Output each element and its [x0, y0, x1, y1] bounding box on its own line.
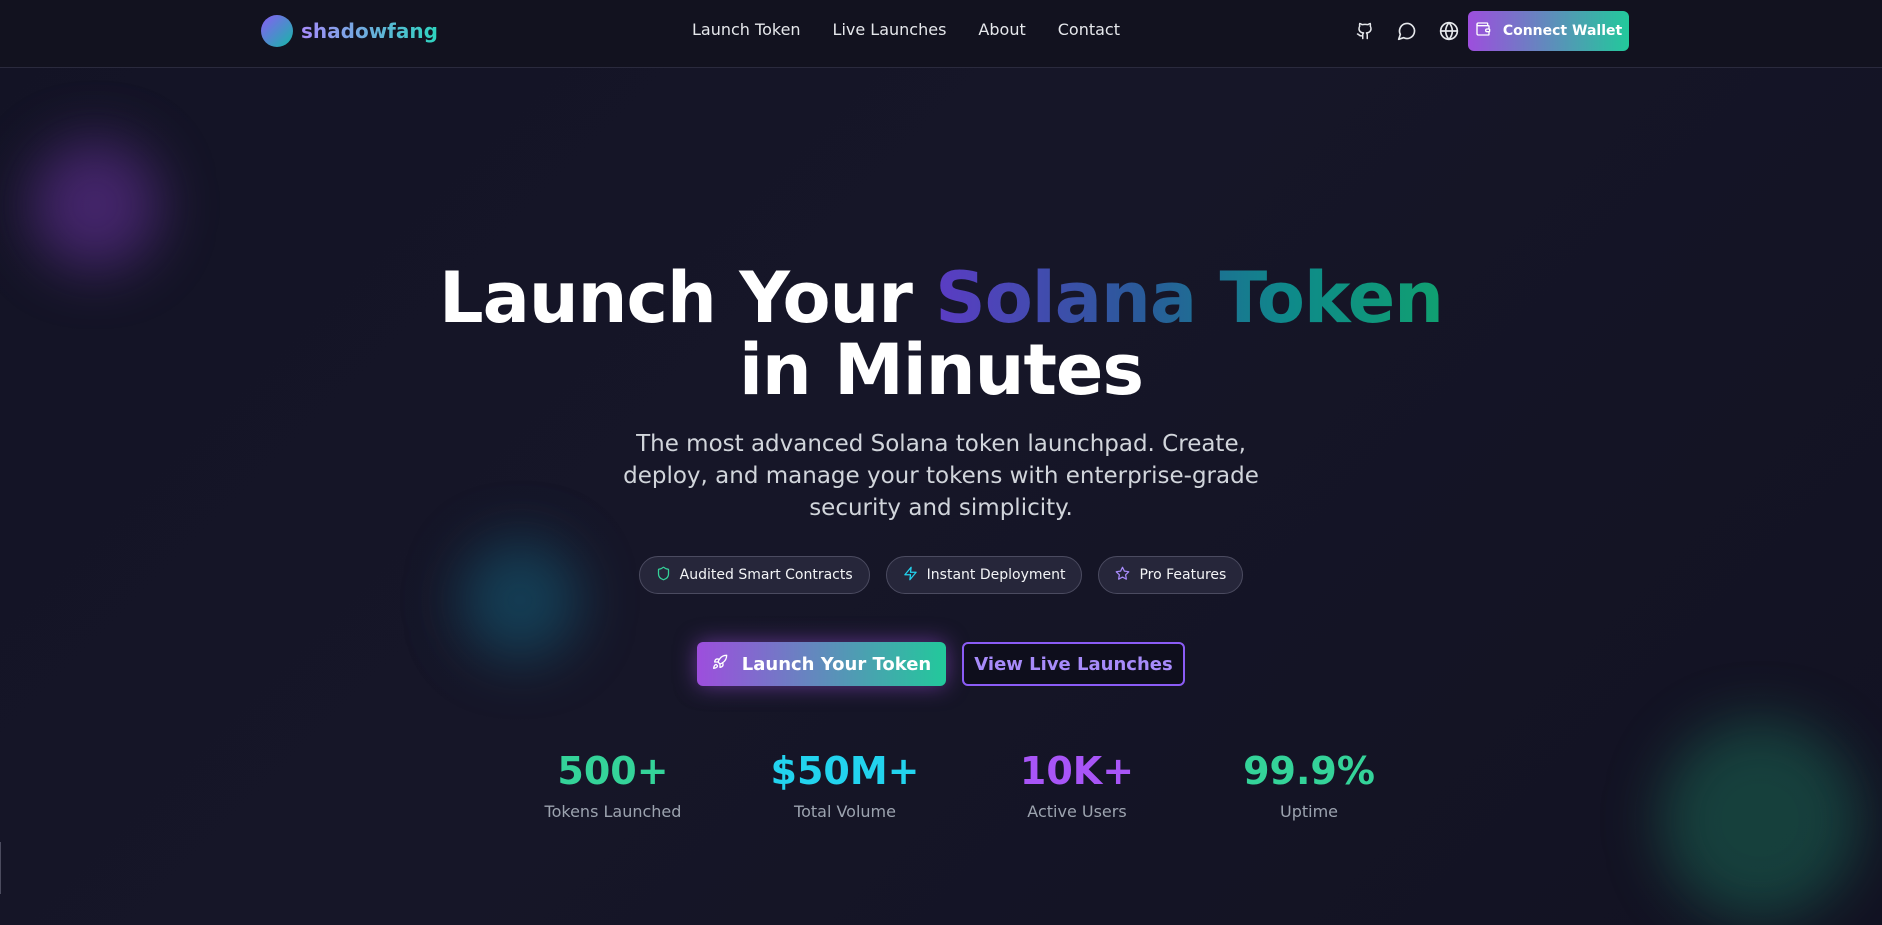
stats-row: 500+ Tokens Launched $50M+ Total Volume … [497, 748, 1425, 821]
nav-link-contact[interactable]: Contact [1058, 20, 1120, 39]
chat-icon[interactable] [1396, 20, 1418, 42]
stat-value: 10K+ [1019, 749, 1135, 793]
nav-link-about[interactable]: About [978, 20, 1025, 39]
launch-token-label: Launch Your Token [741, 653, 932, 675]
stat-tokens-launched: 500+ Tokens Launched [497, 748, 729, 821]
feature-pill-instant: Instant Deployment [885, 556, 1083, 594]
page: shadowfang Launch Token Live Launches Ab… [0, 0, 1882, 925]
stat-uptime: 99.9% Uptime [1193, 748, 1425, 821]
wallet-icon [1475, 21, 1491, 41]
rocket-icon [712, 654, 728, 675]
stat-label: Tokens Launched [544, 802, 682, 821]
hero-subtitle: The most advanced Solana token launchpad… [623, 431, 1259, 521]
nav-icon-group [1354, 20, 1460, 42]
feature-pill-label: Pro Features [1139, 567, 1227, 583]
background-orb-purple [30, 140, 160, 270]
hero-title-plain: Launch Your [439, 257, 936, 339]
logo-mark-icon [261, 15, 293, 47]
cta-row: Launch Your Token View Live Launches [0, 642, 1882, 686]
stat-value: 500+ [557, 749, 669, 793]
stat-value: $50M+ [770, 749, 920, 793]
hero-title-gradient: Solana Token [935, 257, 1444, 339]
brand-name: shadowfang [301, 19, 438, 43]
background-orb-green [1660, 720, 1860, 920]
hero-title: Launch Your Solana Token in Minutes [0, 262, 1882, 406]
stat-value: 99.9% [1243, 749, 1375, 793]
nav-link-launch-token[interactable]: Launch Token [692, 20, 801, 39]
lightning-icon [903, 566, 918, 585]
navbar: shadowfang Launch Token Live Launches Ab… [0, 0, 1882, 68]
nav-link-live-launches[interactable]: Live Launches [833, 20, 947, 39]
feature-pills: Audited Smart Contracts Instant Deployme… [0, 556, 1882, 594]
connect-wallet-label: Connect Wallet [1502, 23, 1623, 39]
stat-label: Total Volume [794, 802, 896, 821]
stat-label: Active Users [1027, 802, 1127, 821]
github-icon[interactable] [1354, 20, 1376, 42]
hero-title-line2: in Minutes [738, 329, 1144, 411]
scroll-edge-indicator [0, 842, 1, 894]
globe-icon[interactable] [1438, 20, 1460, 42]
feature-pill-label: Audited Smart Contracts [679, 567, 853, 583]
star-icon [1115, 566, 1130, 585]
feature-pill-label: Instant Deployment [926, 567, 1066, 583]
feature-pill-pro: Pro Features [1098, 556, 1244, 594]
connect-wallet-button[interactable]: Connect Wallet [1468, 11, 1629, 51]
stat-total-volume: $50M+ Total Volume [729, 748, 961, 821]
launch-token-button[interactable]: Launch Your Token [697, 642, 946, 686]
view-live-launches-button[interactable]: View Live Launches [962, 642, 1185, 686]
brand-logo[interactable]: shadowfang [261, 15, 438, 47]
nav-links: Launch Token Live Launches About Contact [692, 20, 1120, 39]
stat-label: Uptime [1279, 802, 1338, 821]
stat-active-users: 10K+ Active Users [961, 748, 1193, 821]
shield-icon [656, 566, 671, 585]
feature-pill-audited: Audited Smart Contracts [638, 556, 870, 594]
